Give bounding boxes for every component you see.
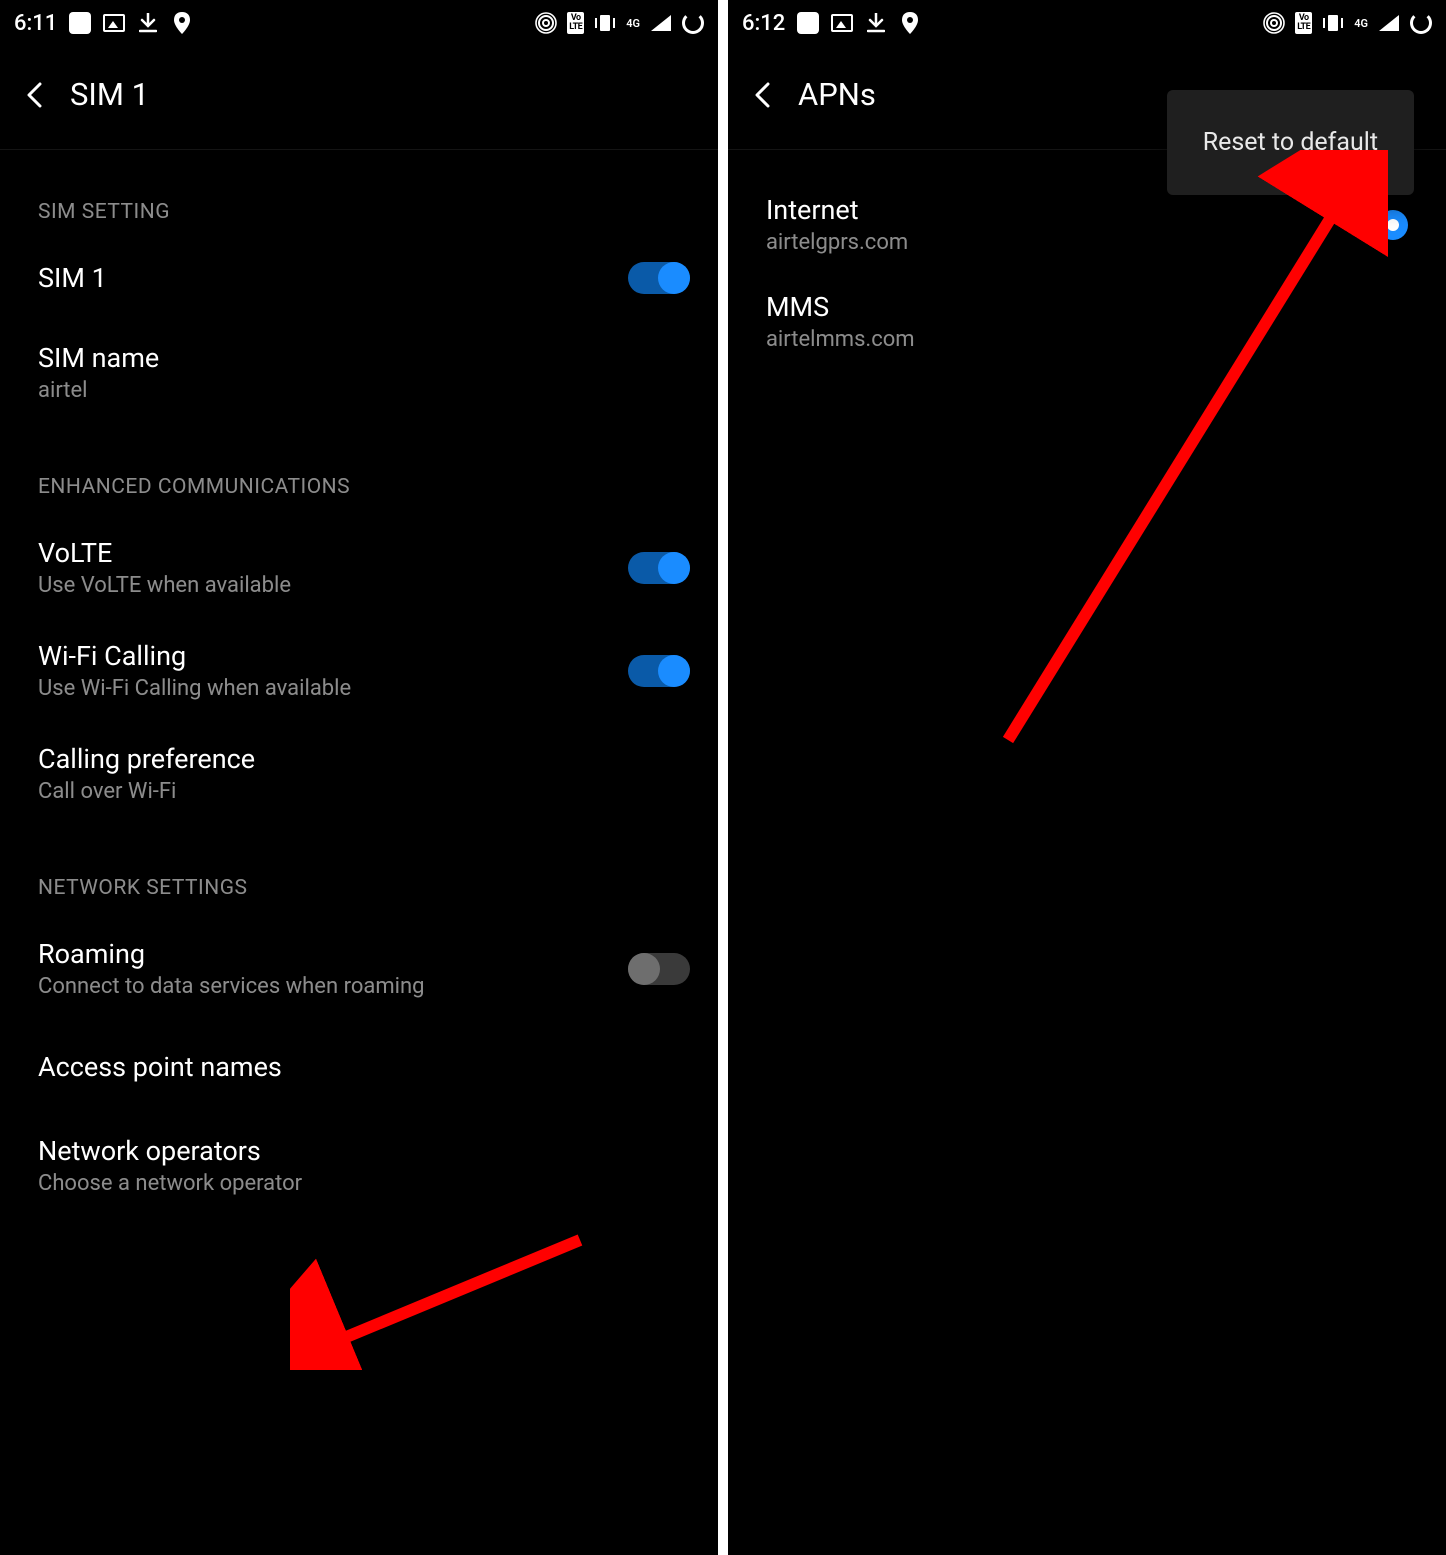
status-time: 6:12 — [742, 11, 785, 36]
sim1-toggle[interactable] — [628, 262, 690, 294]
status-time: 6:11 — [14, 11, 57, 36]
row-title: Internet — [766, 194, 908, 226]
app-square-icon — [797, 12, 819, 34]
apn-radio-empty — [1378, 307, 1408, 337]
page-title: SIM 1 — [70, 76, 149, 113]
row-sub: airtelmms.com — [766, 327, 915, 352]
row-volte[interactable]: VoLTE Use VoLTE when available — [0, 521, 718, 614]
popup-menu-item-label: Reset to default — [1203, 128, 1378, 157]
row-title: Network operators — [38, 1135, 302, 1167]
row-sub: Choose a network operator — [38, 1171, 302, 1196]
image-icon — [831, 12, 853, 34]
popup-menu-reset[interactable]: Reset to default — [1167, 90, 1414, 195]
signal-bars-icon — [1378, 12, 1400, 34]
row-title: Access point names — [38, 1051, 282, 1083]
back-button[interactable] — [22, 83, 46, 107]
app-bar: SIM 1 — [0, 46, 718, 150]
row-sub: Use VoLTE when available — [38, 573, 291, 598]
row-title: VoLTE — [38, 537, 291, 569]
row-sub: airtel — [38, 378, 159, 403]
status-bar: 6:12 VoLTE 4G — [728, 0, 1446, 46]
download-icon — [137, 12, 159, 34]
status-bar: 6:11 VoLTE 4G — [0, 0, 718, 46]
row-access-point-names[interactable]: Access point names — [0, 1015, 718, 1099]
cast-icon — [535, 12, 557, 34]
row-sub: Call over Wi-Fi — [38, 779, 255, 804]
row-title: MMS — [766, 291, 915, 323]
row-sim-name[interactable]: SIM name airtel — [0, 310, 718, 419]
apn-radio-selected[interactable] — [1378, 210, 1408, 240]
row-title: Wi-Fi Calling — [38, 640, 351, 672]
image-icon — [103, 12, 125, 34]
row-sim1-toggle[interactable]: SIM 1 — [0, 246, 718, 310]
row-sub: airtelgprs.com — [766, 230, 908, 255]
volte-icon: VoLTE — [1295, 12, 1312, 34]
row-title: Calling preference — [38, 743, 255, 775]
data-sync-icon — [1410, 12, 1432, 34]
location-icon — [171, 12, 193, 34]
signal-bars-icon — [650, 12, 672, 34]
row-calling-preference[interactable]: Calling preference Call over Wi-Fi — [0, 717, 718, 820]
page-title: APNs — [798, 76, 876, 113]
screens-divider — [718, 0, 728, 1555]
row-wifi-calling[interactable]: Wi-Fi Calling Use Wi-Fi Calling when ava… — [0, 614, 718, 717]
row-roaming[interactable]: Roaming Connect to data services when ro… — [0, 922, 718, 1015]
phone-screen-apns: 6:12 VoLTE 4G — [728, 0, 1446, 1555]
roaming-toggle[interactable] — [628, 953, 690, 985]
phone-screen-sim-settings: 6:11 VoLTE 4G — [0, 0, 718, 1555]
volte-icon: VoLTE — [567, 12, 584, 34]
row-title: SIM name — [38, 342, 159, 374]
volte-toggle[interactable] — [628, 552, 690, 584]
back-button[interactable] — [750, 83, 774, 107]
data-sync-icon — [682, 12, 704, 34]
row-sub: Use Wi-Fi Calling when available — [38, 676, 351, 701]
wifi-calling-toggle[interactable] — [628, 655, 690, 687]
cast-icon — [1263, 12, 1285, 34]
row-title: Roaming — [38, 938, 424, 970]
apn-row-mms[interactable]: MMS airtelmms.com — [728, 269, 1446, 366]
signal-4g-icon: 4G — [1354, 12, 1368, 34]
vibrate-icon — [594, 12, 616, 34]
vibrate-icon — [1322, 12, 1344, 34]
location-icon — [899, 12, 921, 34]
download-icon — [865, 12, 887, 34]
signal-4g-icon: 4G — [626, 12, 640, 34]
app-square-icon — [69, 12, 91, 34]
section-header-sim-setting: SIM SETTING — [0, 150, 718, 246]
section-header-network-settings: NETWORK SETTINGS — [0, 820, 718, 922]
section-header-enhanced-communications: ENHANCED COMMUNICATIONS — [0, 419, 718, 521]
row-sub: Connect to data services when roaming — [38, 974, 424, 999]
row-network-operators[interactable]: Network operators Choose a network opera… — [0, 1099, 718, 1212]
row-title: SIM 1 — [38, 262, 107, 294]
